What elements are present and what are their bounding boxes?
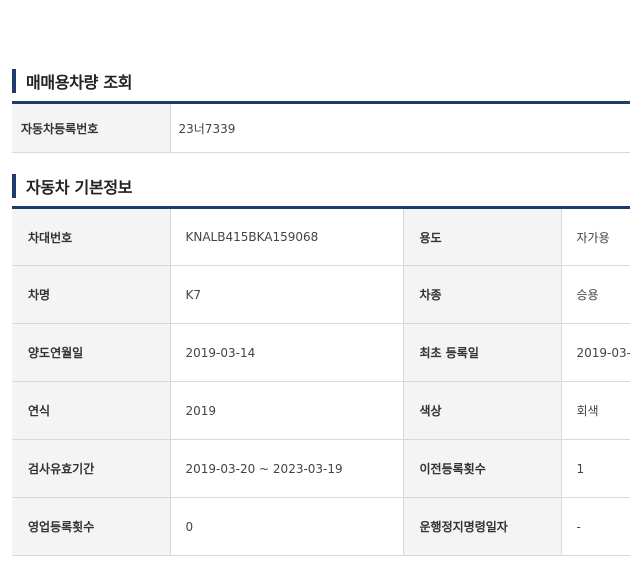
first-registration-date-label: 최초 등록일 xyxy=(402,323,561,382)
suspension-order-date-label: 운행정지명령일자 xyxy=(402,497,561,556)
vin-value: KNALB415BKA159068 xyxy=(169,207,403,266)
car-type-label: 차종 xyxy=(402,265,561,324)
business-registrations-value: 0 xyxy=(169,497,403,556)
section-title-text: 자동차 기본정보 xyxy=(26,178,133,197)
usage-label: 용도 xyxy=(402,207,561,266)
previous-registrations-value: 1 xyxy=(560,439,630,498)
first-registration-date-value: 2019-03-2 xyxy=(560,323,630,382)
business-registrations-label: 영업등록횟수 xyxy=(12,497,170,556)
inspection-validity-value: 2019-03-20 ~ 2023-03-19 xyxy=(169,439,403,498)
transfer-date-label: 양도연월일 xyxy=(12,323,170,382)
previous-registrations-label: 이전등록횟수 xyxy=(402,439,561,498)
registration-number-label: 자동차등록번호 xyxy=(12,102,170,153)
car-name-value: K7 xyxy=(169,265,403,324)
table-row: 검사유효기간 2019-03-20 ~ 2023-03-19 이전등록횟수 1 xyxy=(12,439,630,498)
model-year-value: 2019 xyxy=(169,381,403,440)
color-label: 색상 xyxy=(402,381,561,440)
model-year-label: 연식 xyxy=(12,381,170,440)
table-row: 양도연월일2019-03-14최초 등록일2019-03-2 xyxy=(12,323,630,382)
section-title-basic-info: 자동차 기본정보 xyxy=(12,173,133,199)
color-value: 회색 xyxy=(560,381,630,440)
table-row: 차명 K7 차종 승용 xyxy=(12,265,630,324)
car-name-label: 차명 xyxy=(12,265,170,324)
table-row: 영업등록횟수 0 운행정지명령일자 - xyxy=(12,497,630,556)
vehicle-lookup-table: 자동차등록번호 23너7339 xyxy=(12,101,630,153)
title-accent-bar xyxy=(12,174,16,198)
transfer-date-value: 2019-03-14 xyxy=(169,323,403,382)
suspension-order-date-value: - xyxy=(560,497,630,556)
usage-value: 자가용 xyxy=(560,207,630,266)
vin-label: 차대번호 xyxy=(12,207,170,266)
car-type-value: 승용 xyxy=(560,265,630,324)
section-title-vehicle-lookup: 매매용차량 조회 xyxy=(12,68,133,94)
table-row: 차대번호 KNALB415BKA159068 용도 자가용 xyxy=(12,207,630,266)
table-row: 자동차등록번호 23너7339 xyxy=(12,102,630,153)
title-accent-bar xyxy=(12,69,16,93)
inspection-validity-label: 검사유효기간 xyxy=(12,439,170,498)
section-title-text: 매매용차량 조회 xyxy=(26,73,133,92)
table-row: 연식 2019 색상 회색 xyxy=(12,381,630,440)
basic-info-table: 차대번호 KNALB415BKA159068 용도 자가용 차명 K7 차종 승용 양도연월일 2… xyxy=(12,206,630,556)
registration-number-value: 23너7339 xyxy=(169,102,630,153)
